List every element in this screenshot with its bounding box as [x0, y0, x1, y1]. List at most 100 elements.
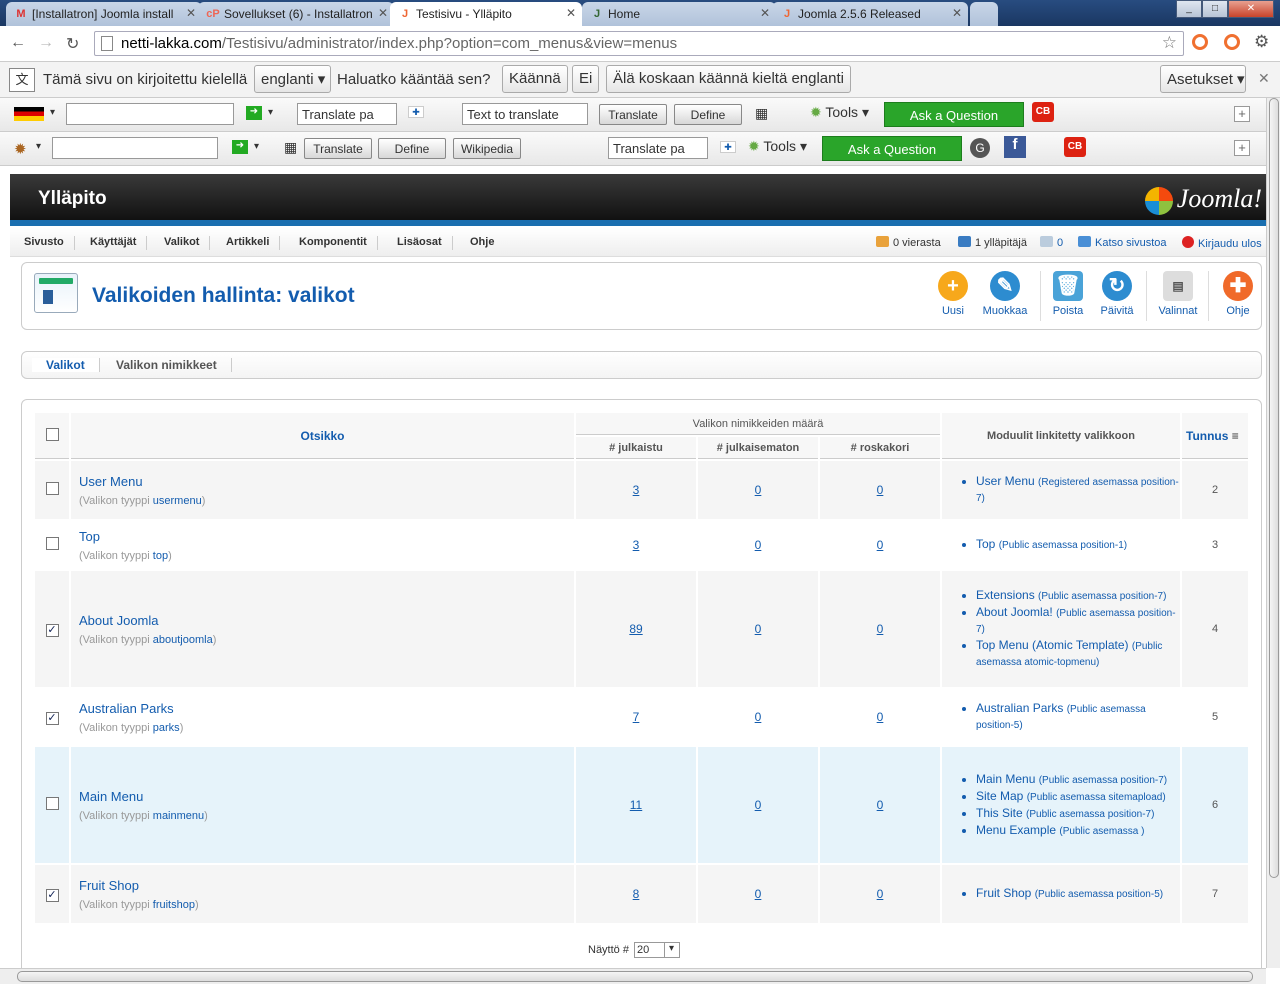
address-bar[interactable]: netti-lakka.com/Testisivu/administrator/… [94, 31, 1184, 56]
published-count-link[interactable]: 7 [576, 689, 696, 745]
unpublished-count-link[interactable]: 0 [698, 571, 818, 687]
chevron-down-icon[interactable]: ▾ [268, 107, 273, 118]
module-item[interactable]: Site Map (Public asemassa sitemapload) [976, 789, 1180, 805]
menu-title-link[interactable]: Top [79, 529, 574, 544]
module-item[interactable]: Extensions (Public asemassa position-7) [976, 588, 1180, 604]
facebook-icon[interactable]: f [1004, 136, 1026, 158]
published-count-link[interactable]: 3 [576, 461, 696, 519]
module-item[interactable]: This Site (Public asemassa position-7) [976, 806, 1180, 822]
help-button[interactable]: ✚ Ohje [1213, 271, 1263, 317]
define-button[interactable]: Define [674, 104, 742, 125]
addon-logo-icon[interactable]: ✹ [14, 140, 27, 158]
row-checkbox[interactable] [45, 482, 59, 495]
new-button[interactable]: + Uusi [928, 271, 978, 317]
logout-link[interactable]: Kirjaudu ulos [1182, 236, 1262, 250]
module-link[interactable]: Site Map [976, 789, 1023, 803]
wrench-icon[interactable]: ⚙ [1254, 32, 1269, 52]
translate-button[interactable]: Käännä [502, 65, 568, 93]
reload-icon[interactable]: ↻ [66, 34, 79, 54]
table-row[interactable]: User Menu(Valikon tyyppi usermenu)300Use… [35, 461, 1248, 519]
cb-icon[interactable]: CB [1064, 137, 1086, 157]
close-icon[interactable]: ✕ [378, 6, 388, 20]
view-site-link[interactable]: Katso sivustoa [1078, 236, 1167, 249]
module-item[interactable]: User Menu (Registered asemassa position-… [976, 474, 1180, 506]
g-icon[interactable]: G [970, 138, 990, 158]
tools-menu[interactable]: ✹ Tools ▾ [810, 104, 869, 121]
flag-icon[interactable] [14, 107, 44, 121]
module-link[interactable]: Fruit Shop [976, 886, 1031, 900]
horizontal-scrollbar[interactable] [0, 968, 1266, 984]
ask-question-button[interactable]: Ask a Question [884, 102, 1024, 127]
cb-icon[interactable]: CB [1032, 102, 1054, 122]
table-row[interactable]: ✓ Fruit Shop (Valikon tyyppi fruitshop) 8 0 0… [35, 865, 1248, 923]
module-link[interactable]: Top Menu (Atomic Template) [976, 638, 1129, 652]
published-count-link[interactable]: 11 [576, 747, 696, 863]
menu-item-extensions[interactable]: Lisäosat [387, 236, 453, 250]
menu-item-help[interactable]: Ohje [460, 236, 504, 250]
unpublished-count-link[interactable]: 0 [698, 521, 818, 569]
translate-button[interactable]: Translate [304, 138, 372, 159]
published-count-link[interactable]: 8 [576, 865, 696, 923]
vertical-scrollbar[interactable] [1266, 98, 1280, 968]
messages-status[interactable]: 0 [1040, 236, 1063, 249]
table-row[interactable]: Top(Valikon tyyppi top)300Top (Public as… [35, 521, 1248, 569]
browser-tab[interactable]: M [Installatron] Joomla install ✕ [6, 2, 202, 26]
browser-tab[interactable]: cP Sovellukset (6) - Installatron ✕ [198, 2, 394, 26]
tab-menus[interactable]: Valikot [32, 358, 100, 372]
search-input[interactable] [52, 137, 218, 159]
horizontal-scrollbar-thumb[interactable] [17, 971, 1253, 982]
ask-question-button[interactable]: Ask a Question [822, 136, 962, 161]
menu-item-content[interactable]: Artikkeli [216, 236, 281, 250]
chevron-down-icon[interactable]: ▾ [50, 107, 55, 118]
bookmark-star-icon[interactable]: ☆ [1162, 33, 1177, 53]
module-item[interactable]: Main Menu (Public asemassa position-7) [976, 772, 1180, 788]
translate-page-select[interactable]: Translate pa [608, 137, 708, 159]
module-item[interactable]: Fruit Shop (Public asemassa position-5) [976, 886, 1180, 902]
trashed-count-link[interactable]: 0 [820, 521, 940, 569]
extension-icon[interactable] [1192, 34, 1208, 50]
title-header[interactable]: Otsikko [71, 413, 574, 459]
define-button[interactable]: Define [378, 138, 446, 159]
module-link[interactable]: Main Menu [976, 772, 1035, 786]
text-to-translate-input[interactable]: Text to translate [462, 103, 588, 125]
forward-icon[interactable]: → [38, 34, 54, 52]
module-item[interactable]: Australian Parks (Public asemassa positi… [976, 701, 1180, 733]
menu-title-link[interactable]: Fruit Shop [79, 878, 574, 893]
unpublished-count-link[interactable]: 0 [698, 461, 818, 519]
unpublished-count-link[interactable]: 0 [698, 747, 818, 863]
table-row[interactable]: ✓ About Joomla (Valikon tyyppi aboutjoomla… [35, 571, 1248, 687]
trashed-count-link[interactable]: 0 [820, 571, 940, 687]
id-header[interactable]: Tunnus ≡ [1182, 413, 1248, 459]
module-item[interactable]: Menu Example (Public asemassa ) [976, 823, 1180, 839]
maximize-button[interactable]: □ [1202, 0, 1228, 18]
select-all-checkbox[interactable] [45, 427, 59, 441]
refresh-button[interactable]: ↻ Päivitä [1092, 271, 1142, 317]
trashed-count-link[interactable]: 0 [820, 689, 940, 745]
module-link[interactable]: This Site [976, 806, 1023, 820]
tools-menu[interactable]: ✹ Tools ▾ [748, 138, 807, 155]
menu-title-link[interactable]: About Joomla [79, 613, 574, 628]
published-count-link[interactable]: 89 [576, 571, 696, 687]
close-icon[interactable]: ✕ [566, 6, 576, 20]
menu-item-components[interactable]: Komponentit [289, 236, 378, 250]
finnish-flag-icon[interactable]: ✚ [408, 106, 424, 118]
module-link[interactable]: About Joomla! [976, 605, 1053, 619]
vertical-scrollbar-thumb[interactable] [1269, 98, 1279, 878]
browser-tab-active[interactable]: J Testisivu - Ylläpito ✕ [390, 2, 582, 26]
published-count-link[interactable]: 3 [576, 521, 696, 569]
table-row[interactable]: ✓ Australian Parks (Valikon tyyppi parks) 7… [35, 689, 1248, 745]
row-checkbox[interactable]: ✓ [45, 623, 59, 637]
unpublished-count-link[interactable]: 0 [698, 689, 818, 745]
delete-button[interactable]: 🗑 Poista [1043, 271, 1093, 317]
module-link[interactable]: Australian Parks [976, 701, 1063, 715]
row-checkbox[interactable] [45, 797, 59, 810]
close-icon[interactable]: ✕ [1258, 70, 1270, 87]
menu-title-link[interactable]: Main Menu [79, 789, 574, 804]
trashed-count-link[interactable]: 0 [820, 747, 940, 863]
search-input[interactable] [66, 103, 234, 125]
module-item[interactable]: About Joomla! (Public asemassa position-… [976, 605, 1180, 637]
calculator-icon[interactable]: ▦ [284, 139, 297, 156]
add-icon[interactable]: + [1234, 106, 1250, 122]
menu-item-site[interactable]: Sivusto [14, 236, 75, 250]
list-limit-select[interactable]: 20 [634, 942, 681, 958]
